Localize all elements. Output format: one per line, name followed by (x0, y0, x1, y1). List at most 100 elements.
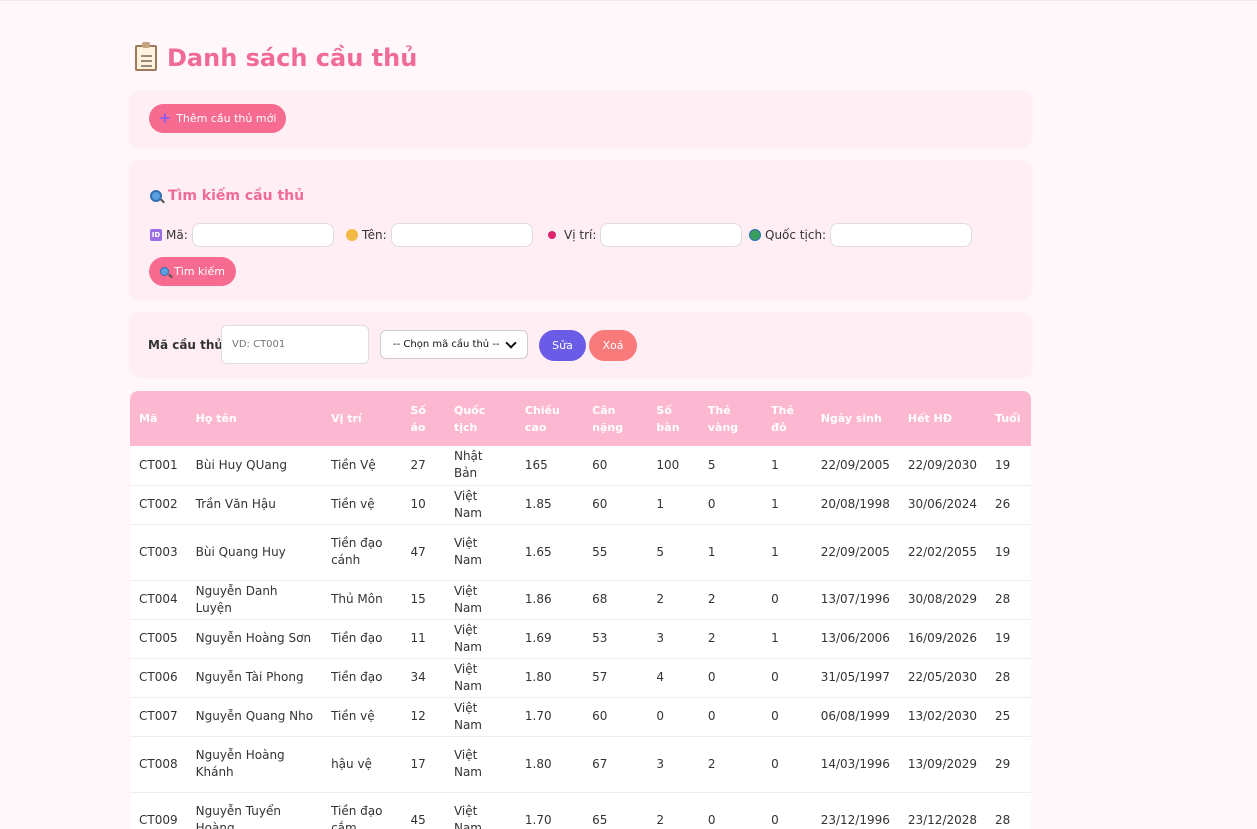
cell-the-vang: 2 (698, 580, 763, 620)
cell-so-ao: 45 (401, 792, 445, 829)
cell-quoc-tich: Nhật Bản (444, 446, 516, 486)
cell-het-hd: 13/02/2030 (898, 697, 987, 737)
cell-tuoi: 19 (986, 619, 1031, 659)
cell-the-do: 0 (762, 580, 812, 620)
search-ma-label: Mã: (166, 228, 188, 242)
cell-ma: CT007 (130, 697, 187, 737)
cell-the-vang: 0 (698, 697, 763, 737)
search-quoctich-input[interactable] (830, 223, 973, 247)
column-header-ngay-sinh: Ngày sinh (811, 391, 899, 446)
cell-vi-tri: Tiền đạo (322, 619, 402, 659)
cell-quoc-tich: Việt Nam (444, 792, 516, 829)
cell-can-nang: 55 (583, 524, 648, 581)
column-header-tuoi: Tuổi (986, 391, 1031, 446)
cell-chieu-cao: 1.80 (515, 736, 584, 793)
cell-ngay-sinh: 06/08/1999 (811, 697, 899, 737)
cell-ngay-sinh: 31/05/1997 (811, 658, 899, 698)
cell-so-ban: 3 (647, 619, 699, 659)
cell-so-ban: 5 (647, 524, 699, 581)
column-header-ma: Mã (130, 391, 187, 446)
delete-button[interactable]: Xoá (589, 330, 637, 361)
cell-ngay-sinh: 13/07/1996 (811, 580, 899, 620)
search-vitri-input[interactable] (600, 223, 743, 247)
table-row[interactable]: CT004 Nguyễn Danh Luyện Thủ Môn 15 Việt Nam 1… (130, 580, 1031, 620)
search-title: Tìm kiếm cầu thủ (150, 188, 304, 204)
cell-so-ban: 4 (647, 658, 699, 698)
cell-the-vang: 0 (698, 792, 763, 829)
cell-so-ao: 47 (401, 524, 445, 581)
cell-tuoi: 28 (986, 580, 1031, 620)
cell-ma: CT005 (130, 619, 187, 659)
cell-chieu-cao: 1.70 (515, 697, 584, 737)
cell-ho-ten: Nguyễn Tuyển Hoàng (186, 792, 323, 829)
cell-chieu-cao: 1.69 (515, 619, 584, 659)
cell-het-hd: 22/02/2055 (898, 524, 987, 581)
cell-quoc-tich: Việt Nam (444, 697, 516, 737)
cell-the-vang: 0 (698, 485, 763, 525)
players-table: Mã Họ tên Vị trí Số áo Quốc tịch Chiều cao Cân… (130, 391, 1031, 829)
cell-ma: CT006 (130, 658, 187, 698)
cell-so-ao: 15 (401, 580, 445, 620)
cell-ho-ten: Bùi Quang Huy (186, 524, 323, 581)
cell-ho-ten: Nguyễn Danh Luyện (186, 580, 323, 620)
search-title-text: Tìm kiếm cầu thủ (168, 188, 305, 204)
cell-ho-ten: Bùi Huy QUang (186, 446, 323, 486)
player-code-select[interactable]: -- Chọn mã cầu thủ -- (380, 330, 528, 359)
cell-can-nang: 57 (583, 658, 648, 698)
table-row[interactable]: CT005 Nguyễn Hoàng Sơn Tiền đạo 11 Việt Nam 1… (130, 619, 1031, 659)
table-row[interactable]: CT006 Nguyễn Tài Phong Tiền đạo 34 Việt Nam 1… (130, 658, 1031, 698)
column-header-chieu-cao: Chiều cao (515, 391, 584, 446)
cell-het-hd: 23/12/2028 (898, 792, 987, 829)
add-player-button[interactable]: + Thêm cầu thủ mới (149, 104, 286, 133)
table-row[interactable]: CT007 Nguyễn Quang Nho Tiền vệ 12 Việt Nam 1.… (130, 697, 1031, 737)
cell-ma: CT001 (130, 446, 187, 486)
cell-vi-tri: Tiền Vệ (322, 446, 402, 486)
player-code-input[interactable] (221, 325, 369, 364)
cell-ho-ten: Nguyễn Tài Phong (186, 658, 323, 698)
column-header-the-do: Thẻ đỏ (762, 391, 812, 446)
cell-vi-tri: Tiền vệ (322, 697, 402, 737)
edit-button[interactable]: Sửa (539, 330, 586, 361)
cell-so-ao: 27 (401, 446, 445, 486)
cell-ngay-sinh: 22/09/2005 (811, 524, 899, 581)
cell-the-do: 0 (762, 736, 812, 793)
cell-the-do: 0 (762, 697, 812, 737)
cell-quoc-tich: Việt Nam (444, 736, 516, 793)
page-title: Danh sách cầu thủ (135, 42, 417, 72)
cell-can-nang: 68 (583, 580, 648, 620)
cell-the-do: 0 (762, 658, 812, 698)
cell-het-hd: 30/08/2029 (898, 580, 987, 620)
search-button[interactable]: Tìm kiếm (149, 257, 236, 286)
cell-so-ban: 1 (647, 485, 699, 525)
add-player-label: Thêm cầu thủ mới (176, 112, 277, 125)
cell-ngay-sinh: 13/06/2006 (811, 619, 899, 659)
table-row[interactable]: CT001 Bùi Huy QUang Tiền Vệ 27 Nhật Bản 165 60… (130, 446, 1031, 486)
cell-ma: CT004 (130, 580, 187, 620)
search-quoctich-label: Quốc tịch: (765, 228, 827, 242)
table-row[interactable]: CT009 Nguyễn Tuyển Hoàng Tiền đạo cắm 45 Việ… (130, 792, 1031, 829)
cell-ho-ten: Nguyễn Hoàng Khánh (186, 736, 323, 793)
cell-chieu-cao: 1.86 (515, 580, 584, 620)
cell-ma: CT002 (130, 485, 187, 525)
search-button-icon (160, 267, 170, 276)
clipboard-icon (135, 42, 157, 71)
cell-ngay-sinh: 14/03/1996 (811, 736, 899, 793)
search-ten-input[interactable] (390, 223, 533, 247)
cell-the-vang: 2 (698, 619, 763, 659)
cell-het-hd: 22/09/2030 (898, 446, 987, 486)
search-ma-input[interactable] (191, 223, 334, 247)
table-row[interactable]: CT002 Trần Văn Hậu Tiền vệ 10 Việt Nam 1.85 60… (130, 485, 1031, 525)
table-row[interactable]: CT008 Nguyễn Hoàng Khánh hậu vệ 17 Việt Nam 1… (130, 736, 1031, 793)
cell-the-do: 1 (762, 485, 812, 525)
search-field-vitri: Vị trí: (548, 223, 743, 247)
pin-icon (548, 231, 556, 239)
cell-can-nang: 53 (583, 619, 648, 659)
table-header-row: Mã Họ tên Vị trí Số áo Quốc tịch Chiều cao Cân… (130, 391, 1031, 446)
cell-tuoi: 19 (986, 446, 1031, 486)
cell-chieu-cao: 1.70 (515, 792, 584, 829)
search-vitri-label: Vị trí: (564, 228, 597, 242)
table-row[interactable]: CT003 Bùi Quang Huy Tiền đạo cánh 47 Việt Na… (130, 524, 1031, 581)
cell-vi-tri: Tiền đạo (322, 658, 402, 698)
cell-vi-tri: Tiền đạo cắm (322, 792, 402, 829)
column-header-vi-tri: Vị trí (322, 391, 402, 446)
